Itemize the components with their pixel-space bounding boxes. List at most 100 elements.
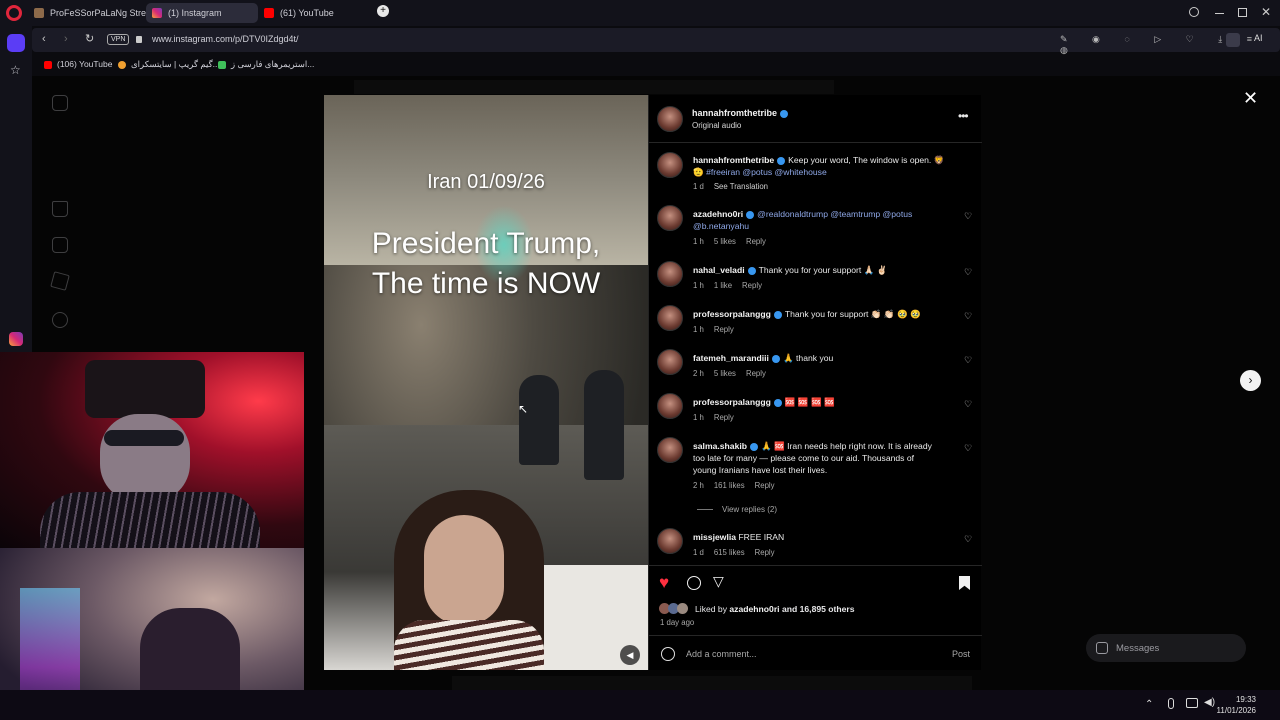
bookmark-streamers[interactable]: استریمرهای فارسی ز... <box>218 59 314 70</box>
webcam-glasses <box>104 430 184 446</box>
instagram-sidebar-icon[interactable] <box>9 332 23 346</box>
reply-link[interactable]: Reply <box>755 481 775 490</box>
messages-label: Messages <box>1116 643 1160 654</box>
comment-username[interactable]: professorpalanggg <box>693 397 771 407</box>
reply-link[interactable]: Reply <box>714 325 734 334</box>
add-comment-input[interactable]: Add a comment... <box>686 649 757 659</box>
comment-like-icon[interactable]: ♡ <box>964 212 973 221</box>
author-avatar[interactable] <box>657 106 683 132</box>
comment-text: salma.shakib 🙏 🆘 Iran needs help right no… <box>693 441 932 475</box>
home-sidebar-icon[interactable] <box>7 34 25 52</box>
messages-button[interactable]: Messages <box>1086 634 1246 662</box>
bookmark-gamegrip[interactable]: گیم گریپ | سایتسکرای... <box>118 59 220 70</box>
tab-instagram[interactable]: (1) Instagram <box>146 3 258 23</box>
more-options-icon[interactable]: ••• <box>958 109 969 123</box>
video-person-face <box>424 515 504 625</box>
tray-chevron-icon[interactable]: ⌃ <box>1145 699 1153 710</box>
bookmark-youtube[interactable]: (106) YouTube <box>44 59 112 69</box>
tab-youtube[interactable]: (61) YouTube <box>258 3 370 23</box>
post-video[interactable]: Iran 01/09/26 President Trump, The time … <box>324 95 648 670</box>
vpn-badge[interactable]: VPN <box>107 34 130 45</box>
ai-button[interactable]: AI <box>1254 33 1263 43</box>
comment-avatar[interactable] <box>657 437 683 463</box>
posted-time: 1 day ago <box>660 618 695 627</box>
comment-avatar[interactable] <box>657 528 683 554</box>
microphone-icon[interactable] <box>1168 698 1174 709</box>
new-tab-icon[interactable]: + <box>377 5 389 17</box>
close-modal-icon[interactable]: ✕ <box>1243 89 1258 107</box>
comment-username[interactable]: professorpalanggg <box>693 309 771 319</box>
comment-text: professorpalanggg Thank you for support 👏… <box>693 309 921 319</box>
comment-like-icon[interactable]: ♡ <box>964 268 973 277</box>
extensions-icon[interactable] <box>1226 33 1240 47</box>
maximize-icon[interactable] <box>1238 8 1247 17</box>
minimize-icon[interactable] <box>1215 13 1224 14</box>
next-post-button[interactable]: › <box>1240 370 1261 391</box>
mute-button[interactable]: ◀ <box>620 645 640 665</box>
comment-like-icon[interactable]: ♡ <box>964 535 973 544</box>
view-replies-link[interactable]: View replies (2) <box>722 505 777 514</box>
comment-avatar[interactable] <box>657 393 683 419</box>
reply-link[interactable]: Reply <box>755 548 775 557</box>
comment-meta: 2 h 161 likes Reply <box>693 481 775 490</box>
forward-icon[interactable]: › <box>64 33 68 45</box>
back-icon[interactable]: ‹ <box>42 33 46 45</box>
like-heart-icon[interactable]: ♥ <box>659 573 669 593</box>
reply-link[interactable]: Reply <box>746 369 766 378</box>
liked-by-user[interactable]: azadehno0ri <box>729 604 779 614</box>
liked-by-text: Liked by azadehno0ri and 16,895 others <box>695 604 855 614</box>
video-caption-line2: The time is NOW <box>371 267 601 300</box>
verified-badge-icon <box>747 266 756 275</box>
comment-text: fatemeh_marandiii 🙏 thank you <box>693 353 834 363</box>
share-icon[interactable]: ▽ <box>713 573 724 590</box>
reply-link[interactable]: Reply <box>742 281 762 290</box>
stream-favicon-icon <box>34 8 44 18</box>
caption-avatar[interactable] <box>657 152 683 178</box>
tab-stream[interactable]: ProFeSSorPaLaNg Stream <box>28 3 146 23</box>
webcam-hat <box>85 360 205 418</box>
comment-username[interactable]: salma.shakib <box>693 441 747 451</box>
caption-tags[interactable]: #freeiran @potus @whitehouse <box>706 167 827 177</box>
comment-like-icon[interactable]: ♡ <box>964 356 973 365</box>
comment-username[interactable]: fatemeh_marandiii <box>693 353 769 363</box>
webcam-streamer <box>0 352 304 548</box>
reply-link[interactable]: Reply <box>714 413 734 422</box>
audio-label[interactable]: Original audio <box>692 121 741 130</box>
system-clock[interactable]: 19:33 11/01/2026 <box>1217 694 1256 716</box>
url-field[interactable]: www.instagram.com/p/DTV0IZdgd4t/ <box>152 34 299 44</box>
video-crowd <box>519 375 559 465</box>
comment-like-icon[interactable]: ♡ <box>964 444 973 453</box>
comment-like-icon[interactable]: ♡ <box>964 312 973 321</box>
youtube-icon <box>44 60 52 69</box>
comment-username[interactable]: azadehno0ri <box>693 209 743 219</box>
comment-like-icon[interactable]: ♡ <box>964 400 973 409</box>
comment-avatar[interactable] <box>657 305 683 331</box>
comment-username[interactable]: missjewlia <box>693 532 736 542</box>
address-bar: ‹ › ↻ VPN www.instagram.com/p/DTV0IZdgd4… <box>32 28 1280 55</box>
verified-badge-icon <box>773 310 782 319</box>
comment-text: professorpalanggg 🆘 🆘 🆘 🆘 <box>693 397 835 407</box>
reload-icon[interactable]: ↻ <box>85 32 94 45</box>
webcam-face <box>100 414 190 502</box>
emoji-icon[interactable] <box>661 647 675 661</box>
save-bookmark-icon[interactable] <box>959 576 970 590</box>
comment-avatar[interactable] <box>657 261 683 287</box>
caption-username[interactable]: hannahfromthetribe <box>693 155 774 165</box>
comment-avatar[interactable] <box>657 349 683 375</box>
comment-username[interactable]: nahal_veladi <box>693 265 745 275</box>
author-username[interactable]: hannahfromthetribe <box>692 108 791 118</box>
post-comment-button[interactable]: Post <box>952 649 970 659</box>
network-icon[interactable] <box>1186 698 1198 708</box>
gamegrip-icon <box>118 60 126 69</box>
comment-avatar[interactable] <box>657 205 683 231</box>
comment-icon[interactable] <box>687 576 701 590</box>
volume-icon[interactable]: ◀) <box>1204 697 1215 708</box>
verified-badge-icon <box>749 442 758 451</box>
see-translation-link[interactable]: See Translation <box>714 182 768 191</box>
star-sidebar-icon[interactable]: ☆ <box>10 63 21 77</box>
opera-logo-icon[interactable] <box>6 5 22 21</box>
video-caption-date: Iran 01/09/26 <box>427 171 545 193</box>
search-tabs-icon[interactable] <box>1189 7 1199 17</box>
reply-link[interactable]: Reply <box>746 237 766 246</box>
close-window-icon[interactable]: ✕ <box>1261 5 1271 19</box>
